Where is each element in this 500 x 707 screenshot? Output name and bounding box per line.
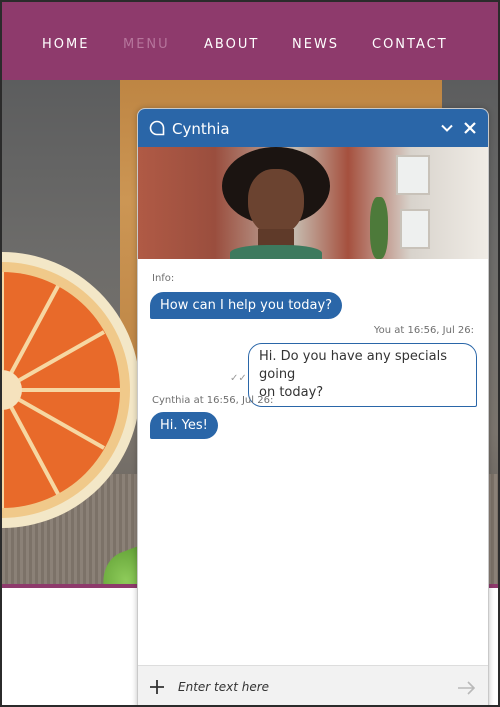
nav-item-contact[interactable]: CONTACT [372,37,448,52]
message-input[interactable] [178,674,438,700]
message-meta: Info: [152,273,175,284]
message-meta: You at 16:56, Jul 26: [373,325,474,336]
nav-item-home[interactable]: HOME [42,37,89,52]
chat-composer [138,665,488,705]
close-icon[interactable] [461,119,479,137]
agent-message-bubble: Hi. Yes! [150,412,218,439]
chat-agent-name: Cynthia [172,120,230,138]
nav-item-news[interactable]: NEWS [292,37,339,52]
message-meta: Cynthia at 16:56, Jul 26: [152,395,274,406]
chevron-down-icon[interactable] [438,119,456,137]
plus-icon[interactable] [146,676,168,698]
agent-photo [138,147,488,259]
chat-bubble-icon [148,119,166,137]
top-nav: HOME MENU ABOUT NEWS CONTACT [2,2,498,80]
page: HOME MENU ABOUT NEWS CONTACT Cynthia Inf… [0,0,500,707]
nav-item-menu[interactable]: MENU [123,37,170,52]
agent-message-bubble: How can I help you today? [150,292,343,319]
orange-slice-image [2,252,140,528]
chat-transcript: Info: How can I help you today? You at 1… [138,259,488,667]
message-line: Hi. Do you have any specials going [259,349,447,382]
read-receipt-icon: ✓✓ [230,373,247,384]
nav-item-about[interactable]: ABOUT [204,37,259,52]
user-message-bubble: Hi. Do you have any specials going on to… [248,343,477,407]
chat-header: Cynthia [138,109,488,147]
send-arrow-icon[interactable] [456,677,478,699]
chat-widget: Cynthia Info: How can I help you today? … [137,108,489,705]
message-line: on today? [259,385,324,400]
